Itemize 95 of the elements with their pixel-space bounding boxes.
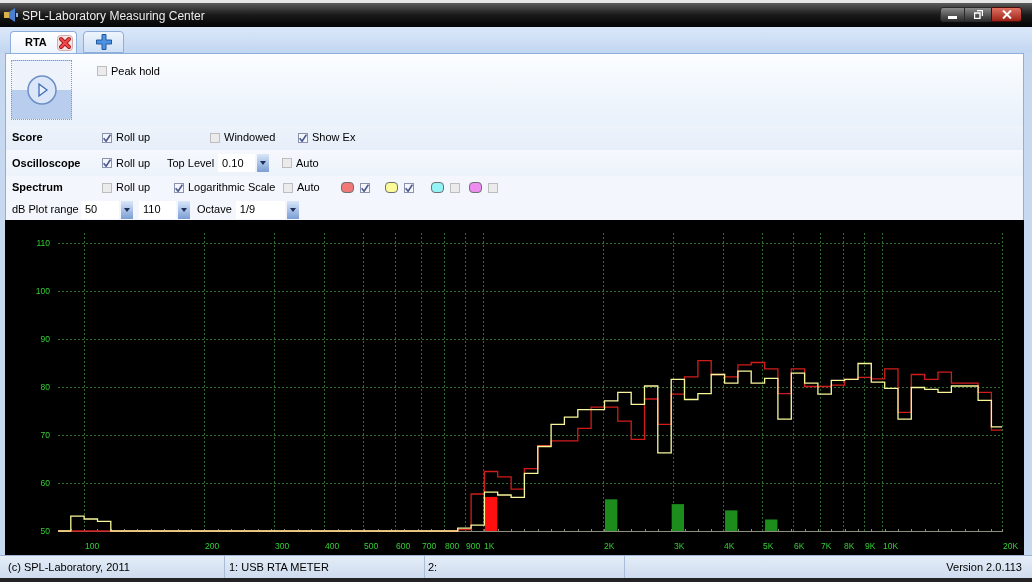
section-label: dB Plot range <box>12 202 80 218</box>
status-text: 1: USB RTA METER <box>229 559 329 575</box>
tab[interactable]: RTA <box>10 31 77 53</box>
option-label: Peak hold <box>111 64 160 79</box>
speaker-icon <box>4 8 18 22</box>
dropdown-button[interactable] <box>286 200 299 219</box>
dropdown-field[interactable]: 50 <box>81 200 119 219</box>
x-axis-label: 9K <box>865 541 876 551</box>
restore-button[interactable] <box>965 7 991 22</box>
spectrum-bar <box>604 499 618 531</box>
x-axis-label: 10K <box>883 541 899 551</box>
option-label: Logarithmic Scale <box>188 180 276 196</box>
checkbox[interactable] <box>488 182 498 193</box>
x-axis-label: 5K <box>763 541 774 551</box>
x-axis-label: 100 <box>85 541 100 551</box>
x-axis-label: 900 <box>466 541 481 551</box>
checkbox[interactable] <box>174 182 184 193</box>
spectrum-bar <box>765 519 778 531</box>
restore-icon <box>973 10 983 19</box>
minimize-icon <box>948 15 957 19</box>
check-icon <box>175 183 183 192</box>
y-axis-label: 90 <box>40 334 50 344</box>
status-text: 2: <box>428 559 438 575</box>
x-axis-label: 200 <box>205 541 220 551</box>
window-title: SPL-Laboratory Measuring Center <box>22 8 205 25</box>
checkbox[interactable] <box>283 182 293 193</box>
status-text: (c) SPL-Laboratory, 2011 <box>8 559 130 575</box>
x-axis-label: 600 <box>396 541 411 551</box>
y-axis-label: 60 <box>40 478 50 488</box>
x-axis-label: 3K <box>674 541 685 551</box>
x-axis-label: 1K <box>484 541 495 551</box>
spectrum-bar <box>671 504 685 531</box>
check-icon <box>299 133 307 142</box>
checkbox[interactable] <box>102 182 112 193</box>
play-icon <box>26 75 57 105</box>
checkbox[interactable] <box>282 158 292 168</box>
checkbox[interactable] <box>298 132 308 143</box>
x-axis-label: 6K <box>794 541 805 551</box>
field-label: Octave <box>197 202 232 218</box>
option-label: Roll up <box>116 155 151 171</box>
checkbox[interactable] <box>360 182 370 193</box>
check-icon <box>361 183 369 192</box>
option-label: Show Ex <box>312 130 356 146</box>
option-label: Roll up <box>116 130 151 146</box>
dropdown-button[interactable] <box>178 200 190 219</box>
x-axis-label: 4K <box>724 541 735 551</box>
caret-icon <box>260 161 267 165</box>
dropdown-button[interactable] <box>121 200 133 219</box>
close-icon[interactable] <box>56 34 73 51</box>
y-axis-label: 80 <box>40 382 50 392</box>
checkbox[interactable] <box>97 66 107 77</box>
spectrum-bar <box>725 510 738 531</box>
option-label: Roll up <box>116 180 151 196</box>
caret-icon <box>124 207 130 212</box>
caret-icon <box>181 207 187 212</box>
field-label: Top Level <box>167 155 215 171</box>
checkbox[interactable] <box>102 132 112 143</box>
dropdown-button[interactable] <box>257 154 270 172</box>
option-label: Windowed <box>224 130 276 146</box>
checkbox[interactable] <box>404 182 414 193</box>
y-axis-label: 70 <box>40 430 50 440</box>
x-axis-label: 8K <box>844 541 855 551</box>
x-axis-label: 400 <box>325 541 340 551</box>
y-axis-label: 100 <box>35 286 50 296</box>
check-icon <box>405 183 413 192</box>
checkbox[interactable] <box>450 182 460 193</box>
caret-icon <box>289 207 296 212</box>
dropdown-field[interactable]: 1/9 <box>235 200 285 219</box>
x-axis-label: 7K <box>821 541 832 551</box>
x-axis-label: 500 <box>364 541 379 551</box>
close-button[interactable] <box>991 7 1022 22</box>
section-label: Oscilloscope <box>12 155 82 171</box>
x-axis-label: 800 <box>445 541 460 551</box>
status-text: Version 2.0.113 <box>946 559 1022 575</box>
option-label: Auto <box>296 155 319 171</box>
check-icon <box>103 159 111 167</box>
x-axis-label: 300 <box>275 541 290 551</box>
option-label: Auto <box>297 180 320 196</box>
y-axis-label: 110 <box>36 238 50 248</box>
x-axis-label: 20K <box>1003 541 1019 551</box>
check-icon <box>103 133 111 142</box>
section-label: Score <box>12 130 44 146</box>
x-axis-label: 700 <box>422 541 437 551</box>
dropdown-field[interactable]: 0.10 <box>218 154 256 172</box>
new-tab-button[interactable] <box>83 31 124 53</box>
play-button[interactable] <box>11 60 72 120</box>
x-axis-label: 2K <box>604 541 615 551</box>
checkbox[interactable] <box>210 132 220 143</box>
checkbox[interactable] <box>102 158 112 168</box>
close-icon <box>1001 10 1012 19</box>
y-axis-label: 50 <box>40 526 50 536</box>
section-label: Spectrum <box>12 180 64 196</box>
dropdown-field[interactable]: 110 <box>139 200 176 219</box>
minimize-button[interactable] <box>940 7 965 22</box>
plus-icon <box>95 34 112 50</box>
